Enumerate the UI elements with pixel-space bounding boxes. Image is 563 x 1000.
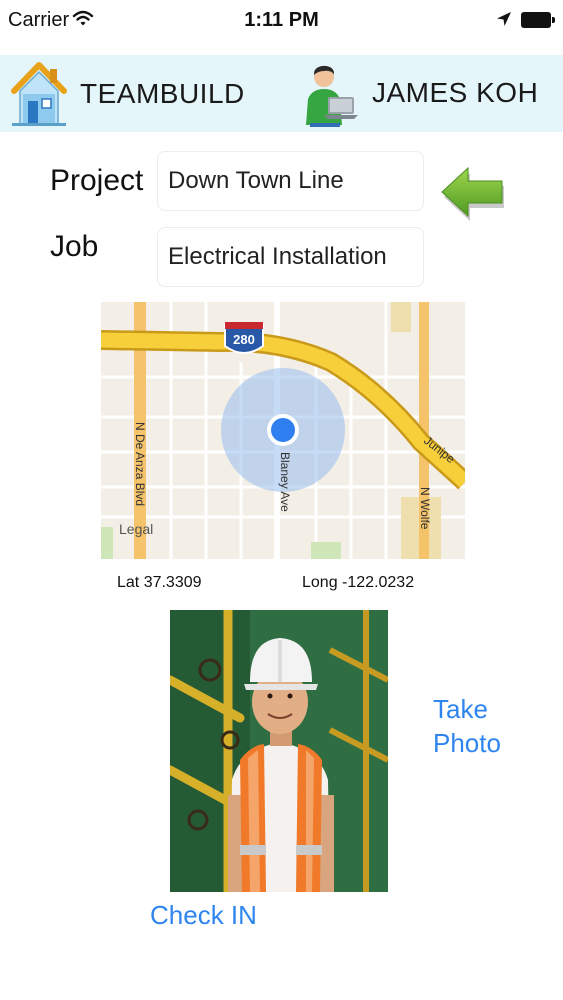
back-arrow-icon xyxy=(441,166,504,221)
location-map[interactable]: 280 N De Anza Blvd Blaney Ave N Wolfe Ju… xyxy=(101,302,465,559)
back-button[interactable] xyxy=(436,156,508,228)
status-bar: Carrier 1:11 PM xyxy=(0,0,563,42)
project-field[interactable] xyxy=(157,151,424,211)
app-header: TEAMBUILD JAMES KOH xyxy=(0,55,563,132)
app-title: TEAMBUILD xyxy=(80,78,245,109)
project-label: Project xyxy=(50,164,144,197)
battery-icon xyxy=(521,12,555,28)
worker-photo xyxy=(170,610,388,892)
map-legal-link[interactable]: Legal xyxy=(119,521,153,537)
clock: 1:11 PM xyxy=(244,9,319,31)
street-label-blaney: Blaney Ave xyxy=(278,452,292,512)
street-label-wolfe: N Wolfe xyxy=(418,487,432,530)
take-photo-line2: Photo xyxy=(433,728,501,758)
current-location-dot xyxy=(271,418,295,442)
house-icon xyxy=(10,61,68,132)
check-in-button[interactable]: Check IN xyxy=(150,900,257,931)
longitude-label: Long -122.0232 xyxy=(302,574,415,591)
job-field[interactable] xyxy=(157,227,424,287)
street-label-de-anza: N De Anza Blvd xyxy=(133,422,147,506)
latitude-label: Lat 37.3309 xyxy=(117,574,202,591)
job-label: Job xyxy=(50,230,99,263)
interstate-shield-label: 280 xyxy=(233,332,255,347)
take-photo-line1: Take xyxy=(433,694,488,724)
avatar[interactable] xyxy=(302,59,360,134)
user-name: JAMES KOH xyxy=(372,77,539,108)
location-arrow-icon xyxy=(496,11,512,32)
take-photo-button[interactable]: Take Photo xyxy=(433,692,501,760)
